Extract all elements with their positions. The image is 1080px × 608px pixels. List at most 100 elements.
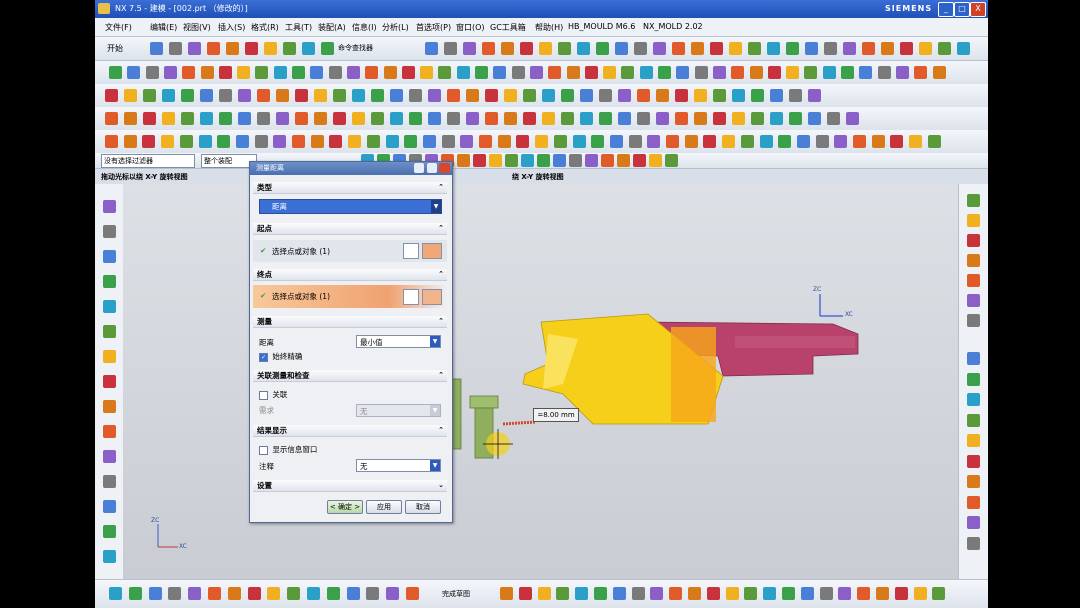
toolbar-tool-icon[interactable] — [235, 135, 249, 148]
start-section-header[interactable]: 起点 ⌃ — [253, 223, 447, 235]
toolbar-tool-icon[interactable] — [302, 42, 315, 55]
toolbar-tool-icon[interactable] — [789, 112, 802, 125]
close-button[interactable]: X — [970, 2, 986, 17]
toolbar-tool-icon[interactable] — [447, 112, 460, 125]
menu-preferences[interactable]: 首选项(P) — [416, 22, 451, 33]
toolbar-tool-icon[interactable] — [310, 66, 324, 79]
toolbar-tool-icon[interactable] — [913, 587, 927, 600]
toolbar-tool-icon[interactable] — [599, 89, 612, 102]
toolbar-tool-icon[interactable] — [163, 66, 177, 79]
chevron-up-icon[interactable]: ⌃ — [438, 425, 444, 436]
toolbar-tool-icon[interactable] — [731, 66, 745, 79]
selection-filter-dropdown[interactable]: 没有选择过滤器 — [101, 154, 195, 168]
toolbar-tool-icon[interactable] — [542, 89, 555, 102]
toolbar-tool-icon[interactable] — [649, 154, 662, 167]
toolbar-tool-icon[interactable] — [238, 112, 251, 125]
toolbar-tool-icon[interactable] — [346, 66, 360, 79]
end-point-row[interactable]: ✔ 选择点或对象 (1) — [253, 285, 447, 308]
toolbar-tool-icon[interactable] — [245, 42, 258, 55]
sidebar-tool-icon[interactable] — [967, 454, 980, 468]
toolbar-tool-icon[interactable] — [634, 42, 647, 55]
sidebar-tool-icon[interactable] — [967, 393, 980, 406]
toolbar-tool-icon[interactable] — [857, 587, 871, 600]
toolbar-tool-icon[interactable] — [420, 66, 434, 79]
toolbar-tool-icon[interactable] — [521, 154, 534, 167]
toolbar-tool-icon[interactable] — [819, 587, 833, 600]
sidebar-tool-icon[interactable] — [103, 525, 116, 538]
sidebar-tool-icon[interactable] — [103, 500, 116, 513]
toolbar-tool-icon[interactable] — [217, 135, 231, 148]
toolbar-tool-icon[interactable] — [276, 89, 289, 102]
toolbar-tool-icon[interactable] — [238, 89, 251, 102]
toolbar-tool-icon[interactable] — [566, 66, 580, 79]
toolbar-tool-icon[interactable] — [932, 66, 946, 79]
toolbar-tool-icon[interactable] — [853, 135, 866, 148]
toolbar-tool-icon[interactable] — [633, 154, 646, 167]
toolbar-tool-icon[interactable] — [618, 89, 631, 102]
toolbar-tool-icon[interactable] — [352, 112, 365, 125]
chevron-up-icon[interactable]: ⌃ — [438, 370, 444, 381]
always-accurate-row[interactable]: ✓ 始终精确 — [253, 351, 447, 362]
toolbar-tool-icon[interactable] — [617, 154, 630, 167]
toolbar-tool-icon[interactable] — [501, 42, 514, 55]
toolbar-tool-icon[interactable] — [824, 42, 837, 55]
toolbar-tool-icon[interactable] — [457, 154, 470, 167]
toolbar-tool-icon[interactable] — [684, 135, 698, 148]
toolbar-tool-icon[interactable] — [537, 154, 550, 167]
toolbar-tool-icon[interactable] — [572, 135, 586, 148]
finish-sketch-label[interactable]: 完成草图 — [442, 589, 470, 599]
sidebar-tool-icon[interactable] — [103, 300, 116, 313]
type-section-header[interactable]: 类型 ⌃ — [253, 182, 447, 194]
toolbar-tool-icon[interactable] — [479, 135, 492, 148]
menu-nx-mold[interactable]: NX_MOLD 2.02 — [643, 22, 703, 31]
sidebar-tool-icon[interactable] — [103, 275, 116, 288]
toolbar-tool-icon[interactable] — [219, 112, 232, 125]
sidebar-tool-icon[interactable] — [967, 516, 980, 529]
toolbar-tool-icon[interactable] — [591, 135, 605, 148]
toolbar-tool-icon[interactable] — [653, 42, 666, 55]
toolbar-tool-icon[interactable] — [895, 66, 909, 79]
sidebar-tool-icon[interactable] — [103, 550, 116, 563]
toolbar-tool-icon[interactable] — [466, 89, 479, 102]
toolbar-tool-icon[interactable] — [558, 42, 571, 55]
menu-view[interactable]: 视图(V) — [183, 22, 211, 33]
toolbar-tool-icon[interactable] — [621, 66, 635, 79]
toolbar-tool-icon[interactable] — [207, 42, 220, 55]
toolbar-tool-icon[interactable] — [822, 66, 836, 79]
toolbar-tool-icon[interactable] — [105, 89, 118, 102]
toolbar-tool-icon[interactable] — [500, 587, 513, 600]
toolbar-tool-icon[interactable] — [732, 89, 745, 102]
toolbar-tool-icon[interactable] — [326, 587, 340, 600]
toolbar-tool-icon[interactable] — [390, 112, 403, 125]
toolbar-tool-icon[interactable] — [485, 89, 498, 102]
toolbar-tool-icon[interactable] — [237, 66, 251, 79]
toolbar-tool-icon[interactable] — [656, 112, 669, 125]
toolbar-tool-icon[interactable] — [808, 112, 821, 125]
toolbar-tool-icon[interactable] — [482, 42, 495, 55]
toolbar-tool-icon[interactable] — [796, 135, 810, 148]
menu-analysis[interactable]: 分析(L) — [382, 22, 409, 33]
sidebar-tool-icon[interactable] — [103, 325, 116, 338]
toolbar-tool-icon[interactable] — [148, 587, 162, 600]
toolbar-tool-icon[interactable] — [475, 66, 488, 79]
chevron-up-icon[interactable]: ⌃ — [438, 316, 444, 327]
start-point-row[interactable]: ✔ 选择点或对象 (1) — [253, 240, 447, 262]
toolbar-tool-icon[interactable] — [105, 135, 118, 148]
menu-tools[interactable]: 工具(T) — [285, 22, 312, 33]
toolbar-tool-icon[interactable] — [914, 66, 928, 79]
toolbar-tool-icon[interactable] — [218, 66, 232, 79]
toolbar-tool-icon[interactable] — [497, 135, 511, 148]
toolbar-tool-icon[interactable] — [688, 587, 701, 600]
toolbar-tool-icon[interactable] — [273, 66, 287, 79]
menu-window[interactable]: 窗口(O) — [456, 22, 485, 33]
toolbar-tool-icon[interactable] — [672, 42, 685, 55]
sidebar-tool-icon[interactable] — [967, 495, 980, 509]
menu-assembly[interactable]: 装配(A) — [318, 22, 346, 33]
menu-insert[interactable]: 插入(S) — [218, 22, 245, 33]
toolbar-tool-icon[interactable] — [782, 587, 795, 600]
toolbar-tool-icon[interactable] — [584, 66, 598, 79]
toolbar-tool-icon[interactable] — [725, 587, 739, 600]
toolbar-tool-icon[interactable] — [390, 89, 403, 102]
toolbar-tool-icon[interactable] — [142, 135, 156, 148]
toolbar-tool-icon[interactable] — [128, 587, 142, 600]
